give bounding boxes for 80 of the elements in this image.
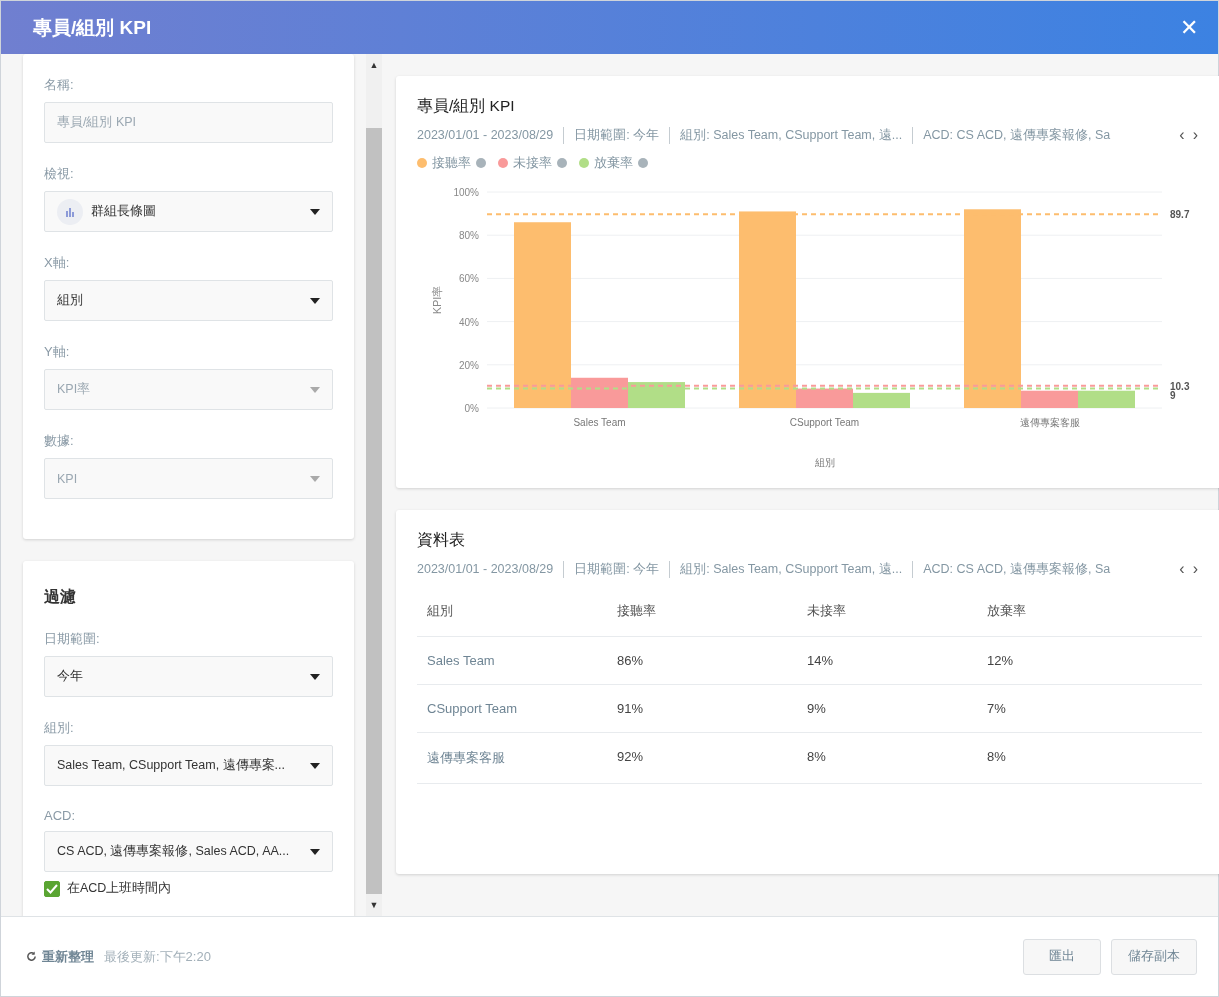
dropdown[interactable]: CS ACD, 遠傳專案報修, Sales ACD, AA... (44, 831, 333, 872)
field-label: 名稱: (44, 76, 75, 94)
scroll-down-button[interactable]: ▼ (366, 894, 382, 916)
filter-text: 組別: Sales Team, CSupport Team, 遠... (669, 126, 913, 144)
table-cell: 9% (797, 685, 977, 733)
y-tick-label: 40% (459, 316, 479, 328)
caret-icon (310, 848, 320, 855)
filter-text: ACD: CS ACD, 遠傳專案報修, Sa (912, 560, 1176, 578)
group-link[interactable]: CSupport Team (417, 685, 607, 733)
y-tick-label: 80% (459, 230, 479, 242)
close-button[interactable]: ✕ (1176, 10, 1202, 45)
field-label: 檢視: (44, 165, 75, 183)
x-tick-label: CSupport Team (789, 417, 860, 428)
table-cell: 92% (607, 733, 797, 784)
field-label: 日期範圍: (44, 630, 101, 648)
filter-text: 組別: Sales Team, CSupport Team, 遠... (669, 560, 913, 578)
y-tick-label: 0% (464, 403, 479, 414)
scrollbar[interactable]: ▲ ▼ (366, 54, 382, 916)
caret-icon (310, 386, 320, 393)
refresh-icon (26, 951, 37, 962)
caret-icon (310, 208, 320, 215)
legend-label: 未接率 (513, 154, 552, 172)
x-tick-label: 遠傳專案客服 (1019, 417, 1080, 428)
reference-label: 10.3 (1170, 380, 1190, 392)
column-header: 未接率 (797, 592, 977, 637)
caret-icon (310, 297, 320, 304)
field-label: X軸: (44, 254, 71, 272)
filter-text: ACD: CS ACD, 遠傳專案報修, Sa (912, 126, 1176, 144)
next-button[interactable]: › (1188, 560, 1202, 578)
filter-text: 2023/01/01 - 2023/08/29 (417, 562, 555, 576)
footer-button[interactable]: 儲存副本 (1111, 938, 1197, 975)
table-cell: 8% (797, 733, 977, 784)
scroll-up-button[interactable]: ▲ (366, 54, 382, 76)
column-header: 組別 (417, 592, 607, 637)
dropdown[interactable]: 今年 (44, 656, 333, 697)
table-cell: 86% (607, 637, 797, 685)
y-tick-label: 100% (453, 187, 479, 198)
filter-text: 日期範圍: 今年 (563, 126, 670, 144)
next-button[interactable]: › (1188, 126, 1202, 144)
legend-label: 接聽率 (432, 154, 471, 172)
refresh-button[interactable]: 重新整理 (26, 947, 94, 966)
footer-button[interactable]: 匯出 (1023, 938, 1101, 975)
legend-label: 放棄率 (594, 154, 633, 172)
table-cell: 14% (797, 637, 977, 685)
filter-text: 日期範圍: 今年 (563, 560, 670, 578)
reference-label: 89.7 (1170, 209, 1190, 221)
dropdown[interactable]: 組別 (44, 280, 333, 321)
y-tick-label: 20% (459, 359, 479, 371)
checkbox-label: 在ACD上班時間內 (67, 880, 172, 897)
dropdown[interactable]: Sales Team, CSupport Team, 遠傳專案... (44, 745, 333, 786)
section-title: 過濾 (44, 587, 77, 607)
field-label: 組別: (44, 719, 75, 737)
y-axis-title: KPI率 (431, 285, 443, 315)
group-link[interactable]: 遠傳專案客服 (417, 733, 607, 784)
card-title: 資料表 (417, 530, 466, 550)
caret-icon (310, 475, 320, 482)
x-tick-label: Sales Team (573, 417, 626, 428)
column-header: 接聽率 (607, 592, 797, 637)
column-header: 放棄率 (977, 592, 1202, 637)
prev-button[interactable]: ‹ (1175, 126, 1189, 144)
field-label: 數據: (44, 432, 75, 450)
caret-icon (310, 673, 320, 680)
table-cell: 91% (607, 685, 797, 733)
dropdown[interactable]: 群組長條圖 (44, 191, 333, 232)
table-cell: 7% (977, 685, 1202, 733)
filter-text: 2023/01/01 - 2023/08/29 (417, 128, 555, 142)
checkbox[interactable] (44, 880, 60, 897)
table-cell: 8% (977, 733, 1202, 784)
prev-button[interactable]: ‹ (1175, 560, 1189, 578)
field-label: ACD: (44, 808, 77, 823)
table-cell: 12% (977, 637, 1202, 685)
group-link[interactable]: Sales Team (417, 637, 607, 685)
window-title: 專員/組別 KPI (33, 15, 152, 40)
x-axis-title: 組別 (814, 457, 835, 468)
reference-label: 9 (1170, 389, 1176, 401)
field-label: Y軸: (44, 343, 71, 361)
caret-icon (310, 762, 320, 769)
card-title: 專員/組別 KPI (417, 96, 516, 116)
last-updated-text: 最後更新:下午2:20 (104, 947, 212, 966)
y-tick-label: 60% (459, 273, 479, 285)
